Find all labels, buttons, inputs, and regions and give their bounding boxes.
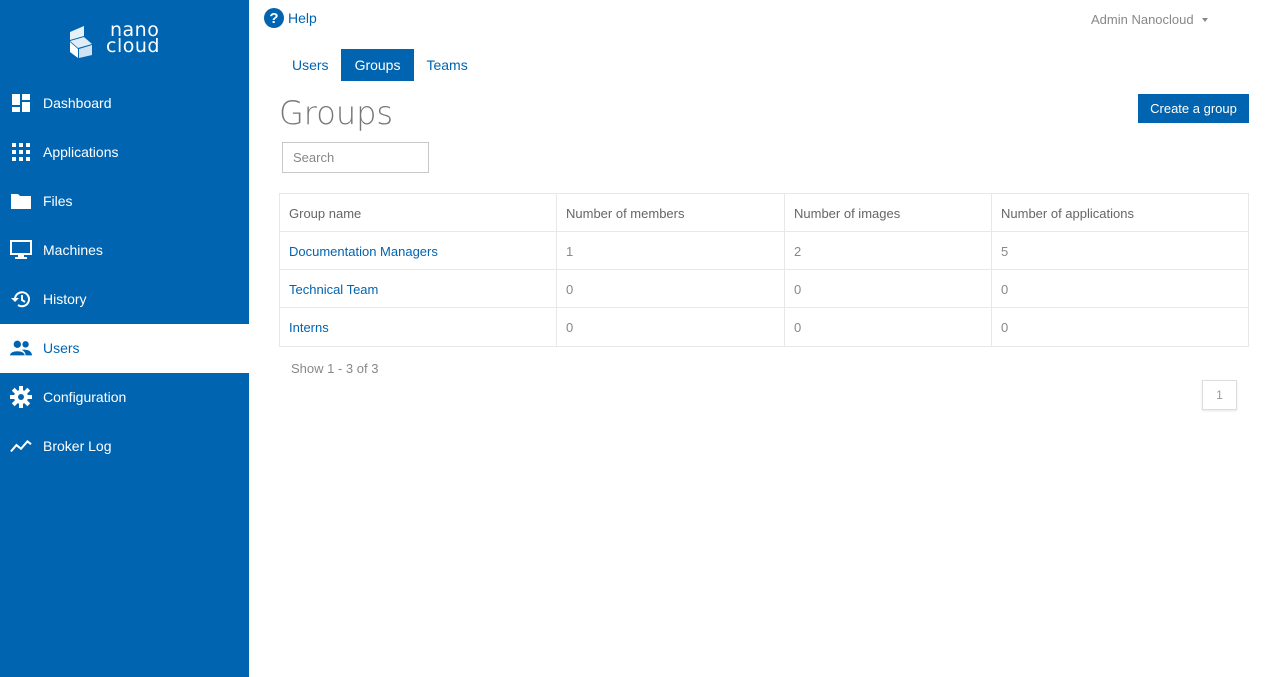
gear-icon — [10, 386, 32, 408]
dashboard-icon — [10, 92, 32, 114]
images-cell: 2 — [785, 232, 992, 270]
logo-line2: cloud — [106, 35, 160, 57]
user-menu[interactable]: Admin Nanocloud — [1091, 12, 1208, 27]
users-icon — [10, 337, 32, 359]
column-header-applications[interactable]: Number of applications — [992, 194, 1248, 232]
sidebar-item-broker-log[interactable]: Broker Log — [0, 422, 249, 471]
sidebar-item-label: Machines — [43, 242, 103, 258]
column-header-members[interactable]: Number of members — [557, 194, 785, 232]
group-name-link[interactable]: Documentation Managers — [289, 244, 438, 259]
history-icon — [10, 288, 32, 310]
logo-mark-icon — [70, 26, 92, 58]
help-icon: ? — [264, 8, 284, 28]
members-cell: 0 — [557, 270, 785, 308]
table-row: Documentation Managers 1 2 5 — [280, 232, 1248, 270]
images-cell: 0 — [785, 270, 992, 308]
trend-line-icon — [10, 435, 32, 457]
column-header-images[interactable]: Number of images — [785, 194, 992, 232]
group-name-link[interactable]: Technical Team — [289, 282, 378, 297]
sidebar-item-applications[interactable]: Applications — [0, 128, 249, 177]
sidebar-item-label: Files — [43, 193, 73, 209]
monitor-icon — [10, 239, 32, 261]
apps-grid-icon — [10, 141, 32, 163]
sidebar: nano cloud Dashboard Applications Files — [0, 0, 249, 677]
create-group-button[interactable]: Create a group — [1138, 94, 1249, 123]
group-name-cell: Documentation Managers — [280, 232, 557, 270]
sidebar-item-label: Configuration — [43, 389, 127, 405]
search-input[interactable] — [282, 142, 429, 173]
table-row: Interns 0 0 0 — [280, 308, 1248, 346]
sidebar-item-machines[interactable]: Machines — [0, 226, 249, 275]
pagination-page-button[interactable]: 1 — [1202, 380, 1237, 410]
tab-bar: Users Groups Teams — [280, 49, 480, 81]
images-cell: 0 — [785, 308, 992, 346]
sidebar-item-users[interactable]: Users — [0, 324, 249, 373]
sidebar-item-dashboard[interactable]: Dashboard — [0, 79, 249, 128]
members-cell: 1 — [557, 232, 785, 270]
column-header-group-name[interactable]: Group name — [280, 194, 557, 232]
sidebar-item-files[interactable]: Files — [0, 177, 249, 226]
nanocloud-logo[interactable]: nano cloud — [68, 21, 160, 62]
sidebar-item-history[interactable]: History — [0, 275, 249, 324]
sidebar-item-configuration[interactable]: Configuration — [0, 373, 249, 422]
members-cell: 0 — [557, 308, 785, 346]
group-name-cell: Interns — [280, 308, 557, 346]
page-title: Groups — [279, 94, 394, 132]
user-menu-label: Admin Nanocloud — [1091, 12, 1194, 27]
caret-down-icon — [1201, 18, 1208, 22]
help-link[interactable]: ? Help — [264, 8, 317, 28]
results-count: Show 1 - 3 of 3 — [291, 361, 379, 376]
sidebar-nav: Dashboard Applications Files Machines Hi… — [0, 79, 249, 471]
sidebar-item-label: History — [43, 291, 87, 307]
group-name-link[interactable]: Interns — [289, 320, 329, 335]
tab-teams[interactable]: Teams — [414, 49, 479, 81]
table-row: Technical Team 0 0 0 — [280, 270, 1248, 308]
group-name-cell: Technical Team — [280, 270, 557, 308]
sidebar-item-label: Dashboard — [43, 95, 112, 111]
applications-cell: 0 — [1001, 319, 1009, 335]
logo-text: nano cloud — [106, 21, 160, 57]
sidebar-item-label: Applications — [43, 144, 119, 160]
tab-groups[interactable]: Groups — [340, 49, 415, 81]
help-label: Help — [288, 10, 317, 26]
applications-cell: 5 — [1001, 243, 1009, 259]
folder-icon — [10, 190, 32, 212]
table-header-row: Group name Number of members Number of i… — [280, 194, 1248, 232]
applications-cell: 0 — [1001, 281, 1009, 297]
sidebar-item-label: Users — [43, 340, 80, 356]
groups-table: Group name Number of members Number of i… — [279, 193, 1249, 347]
tab-users[interactable]: Users — [280, 49, 341, 81]
sidebar-item-label: Broker Log — [43, 438, 112, 454]
